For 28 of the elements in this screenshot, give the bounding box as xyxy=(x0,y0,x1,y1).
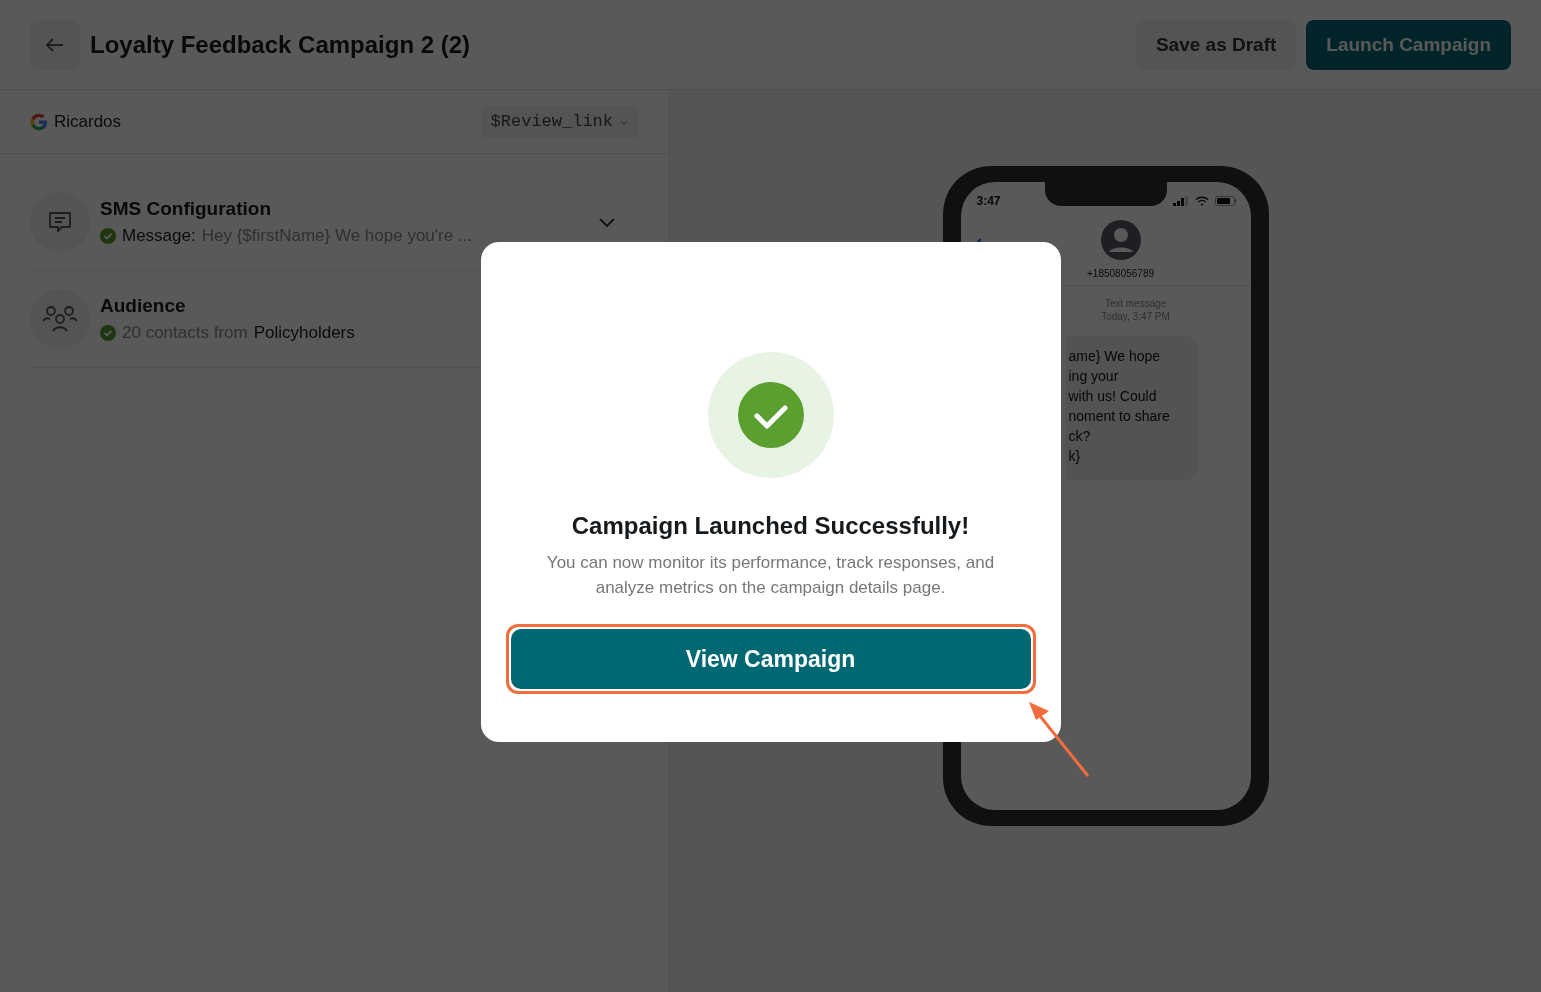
contact-number: +18508056789 xyxy=(1087,268,1154,279)
section-title: Audience xyxy=(100,295,187,317)
dialog-message: You can now monitor its performance, track responses, and analyze metrics on the campaign details page. xyxy=(545,552,996,599)
message-text: ck? xyxy=(1068,427,1092,446)
wifi-icon xyxy=(1194,196,1209,206)
people-icon xyxy=(41,304,79,334)
view-campaign-button[interactable]: View Campaign xyxy=(510,629,1031,689)
message-text: noment to share xyxy=(1068,407,1171,426)
success-check-icon xyxy=(707,352,834,478)
message-text: ame} We hope xyxy=(1068,347,1162,366)
message-text: with us! Could xyxy=(1068,387,1158,406)
avatar-icon xyxy=(1100,220,1141,260)
signal-icon xyxy=(1172,196,1189,206)
section-summary: Message: xyxy=(122,226,196,246)
variable-dropdown[interactable]: $Review_link xyxy=(480,105,639,138)
launch-button[interactable]: Launch Campaign xyxy=(1306,19,1511,70)
status-time: 3:47 xyxy=(976,194,1002,208)
message-text: k} xyxy=(1068,447,1082,466)
section-summary: Policyholders xyxy=(253,323,355,343)
draft-button[interactable]: Save as Draft xyxy=(1135,19,1297,70)
battery-icon xyxy=(1214,196,1237,206)
campaign-title: Loyalty Feedback Campaign 2 (2) xyxy=(90,30,472,59)
business-name: Ricardos xyxy=(54,111,123,132)
back-button[interactable] xyxy=(30,19,80,70)
section-title: SMS Configuration xyxy=(100,198,272,220)
dialog-title: Campaign Launched Successfully! xyxy=(571,512,970,540)
message-text: ing your xyxy=(1068,367,1120,386)
google-logo-icon xyxy=(30,112,48,131)
